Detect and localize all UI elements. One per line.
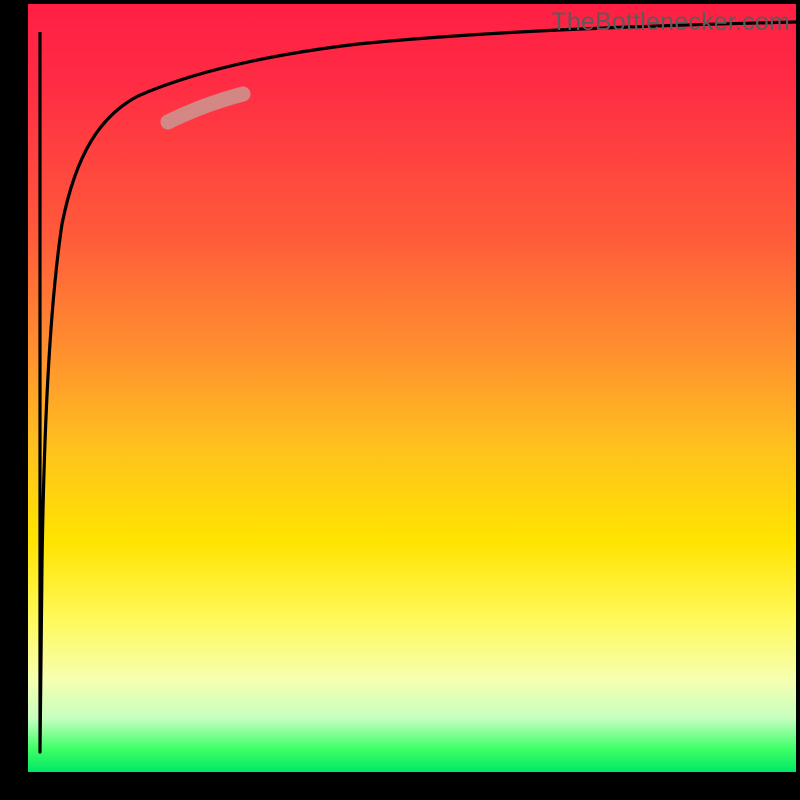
plot-area: TheBottlenecker.com <box>28 4 796 772</box>
bottleneck-curve <box>40 22 796 752</box>
curve-layer <box>28 4 796 772</box>
highlight-segment <box>168 94 243 122</box>
chart-frame: TheBottlenecker.com <box>0 0 800 800</box>
watermark-text: TheBottlenecker.com <box>551 8 790 37</box>
